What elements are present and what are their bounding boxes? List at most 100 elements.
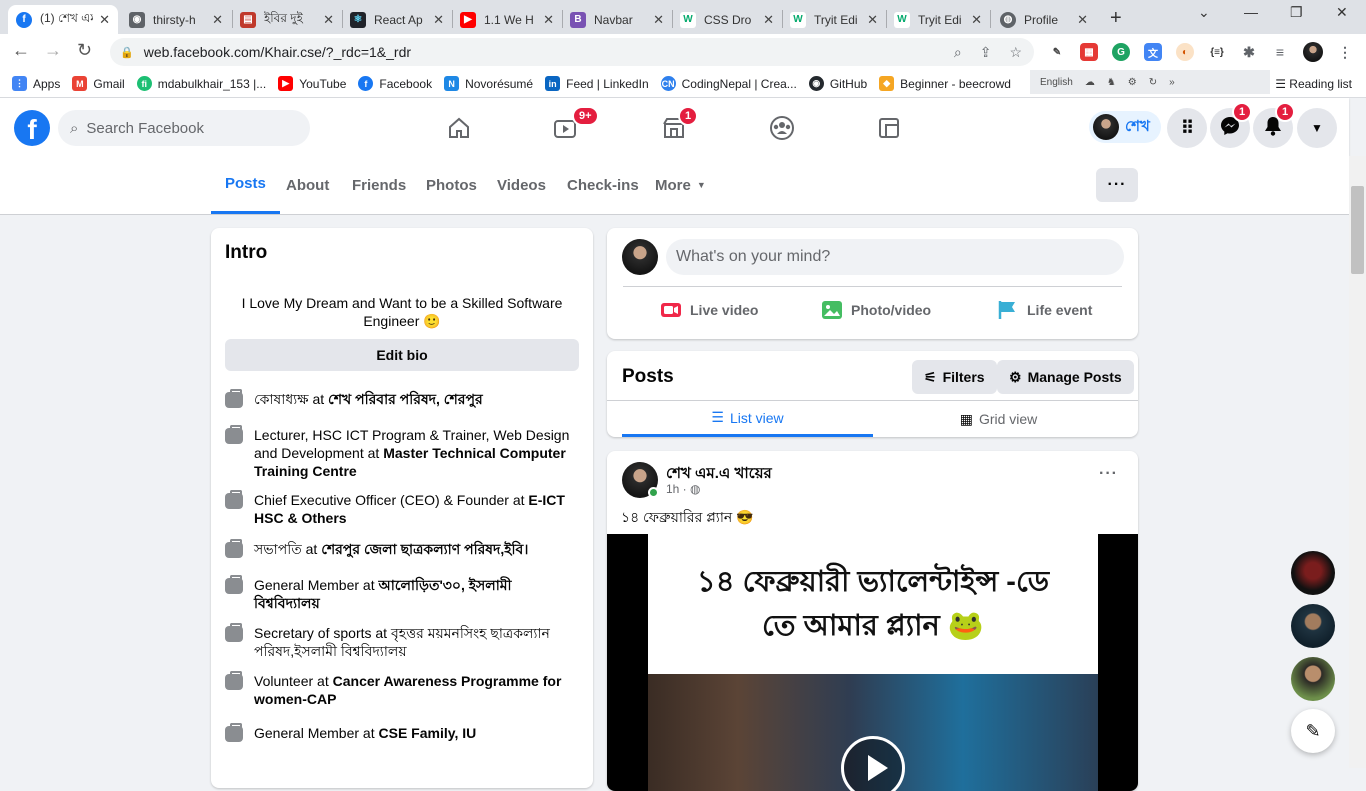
gaming-nav-icon[interactable] xyxy=(869,110,909,146)
bookmark-novoresume[interactable]: N Novorésumé xyxy=(444,76,533,91)
tab-friends[interactable]: Friends xyxy=(352,156,406,214)
kebab-menu-icon[interactable]: ⋮ xyxy=(1336,43,1354,61)
restore-icon[interactable]: ❐ xyxy=(1290,4,1303,21)
groups-nav-icon[interactable] xyxy=(762,110,802,146)
extensions-puzzle-icon[interactable]: ✱ xyxy=(1240,43,1258,61)
briefcase-icon xyxy=(225,389,243,408)
eyedropper-extension-icon[interactable]: ✎ xyxy=(1048,43,1066,61)
forward-arrow-icon[interactable]: → xyxy=(44,40,62,61)
facebook-logo-icon[interactable]: f xyxy=(14,110,50,146)
account-button[interactable]: ▼ xyxy=(1297,108,1337,148)
close-tab-icon[interactable]: ✕ xyxy=(99,12,110,28)
live-video-button[interactable]: Live video xyxy=(660,300,758,320)
profile-shortcut[interactable]: শেখ xyxy=(1089,111,1161,143)
caret-down-icon: ▼ xyxy=(1311,121,1323,135)
tab-posts[interactable]: Posts xyxy=(211,156,280,214)
address-bar[interactable]: 🔒 web.facebook.com/Khair.cse/?_rdc=1&_rd… xyxy=(110,38,1034,66)
close-tab-icon[interactable]: ✕ xyxy=(212,12,223,28)
tab-facebook-profile[interactable]: f (1) শেখ এম.এ খায়ের | Facebook ✕ xyxy=(8,5,118,34)
browser-profile-avatar[interactable] xyxy=(1303,42,1323,62)
back-arrow-icon[interactable]: ← xyxy=(12,40,30,61)
bookmark-youtube[interactable]: ▶ YouTube xyxy=(278,76,346,91)
notifications-button[interactable]: 1 xyxy=(1253,102,1296,148)
tab-bootstrap[interactable]: B Navbar ✕ xyxy=(562,5,672,34)
reading-list[interactable]: ☰ Reading list xyxy=(1275,77,1352,91)
share-icon[interactable]: ⇪ xyxy=(980,44,992,61)
close-tab-icon[interactable]: ✕ xyxy=(433,12,444,28)
search-bar[interactable]: ⌕ xyxy=(58,110,310,146)
watch-nav-icon[interactable]: 9+ xyxy=(546,106,599,146)
json-extension-icon[interactable]: {≡} xyxy=(1208,43,1226,61)
close-tab-icon[interactable]: ✕ xyxy=(867,12,878,28)
colorzilla-extension-icon[interactable]: ▦ xyxy=(1080,43,1098,61)
list-view-tab[interactable]: ☰ List view xyxy=(622,401,873,437)
post-options-icon[interactable]: ··· xyxy=(1099,465,1118,483)
work-org[interactable]: শেখ পরিবার পরিষদ, শেরপুর xyxy=(328,391,483,407)
grammarly-extension-icon[interactable]: G xyxy=(1112,43,1130,61)
new-message-button[interactable]: ✎ xyxy=(1291,709,1335,753)
tab-profile[interactable]: ◍ Profile ✕ xyxy=(992,5,1096,34)
search-input[interactable] xyxy=(86,119,287,137)
tab-photos[interactable]: Photos xyxy=(426,156,477,214)
tab-search-chevron-icon[interactable]: ⌄ xyxy=(1198,4,1210,21)
minimize-icon[interactable]: — xyxy=(1244,4,1258,20)
zoom-icon[interactable]: ⌕ xyxy=(954,44,962,61)
new-tab-icon[interactable]: + xyxy=(1110,7,1122,30)
media-queue-icon[interactable]: ≡ xyxy=(1271,43,1289,61)
close-tab-icon[interactable]: ✕ xyxy=(763,12,774,28)
post-video[interactable]: ১৪ ফেব্রুয়ারী ভ্যালেন্টাইন্স -ডে তে আমা… xyxy=(607,534,1138,791)
profile-options-button[interactable]: ··· xyxy=(1096,168,1138,202)
chat-head-contact[interactable] xyxy=(1291,604,1335,648)
tab-w3-tryit-1[interactable]: W Tryit Edi ✕ xyxy=(782,5,886,34)
tab-about[interactable]: About xyxy=(286,156,329,214)
photo-video-button[interactable]: Photo/video xyxy=(821,300,931,320)
bookmark-star-icon[interactable]: ☆ xyxy=(1009,44,1022,61)
url-text[interactable]: web.facebook.com/Khair.cse/?_rdc=1&_rdr xyxy=(144,44,411,60)
tab-youtube[interactable]: ▶ 1.1 We H ✕ xyxy=(452,5,562,34)
tab-videos[interactable]: Videos xyxy=(497,156,546,214)
close-tab-icon[interactable]: ✕ xyxy=(323,12,334,28)
tab-w3-css[interactable]: W CSS Dro ✕ xyxy=(672,5,782,34)
close-tab-icon[interactable]: ✕ xyxy=(1077,12,1088,28)
tab-news[interactable]: ▤ ইবির দুই ✕ xyxy=(232,5,342,34)
post-time[interactable]: 1h · ◍ xyxy=(666,482,701,496)
chat-head-contact[interactable] xyxy=(1291,657,1335,701)
close-tab-icon[interactable]: ✕ xyxy=(971,12,982,28)
chat-head-contact[interactable] xyxy=(1291,551,1335,595)
tab-more[interactable]: More ▼ xyxy=(655,156,706,214)
tab-check-ins[interactable]: Check-ins xyxy=(567,156,639,214)
tab-w3-tryit-2[interactable]: W Tryit Edi ✕ xyxy=(886,5,990,34)
close-tab-icon[interactable]: ✕ xyxy=(543,12,554,28)
manage-posts-button[interactable]: ⚙ Manage Posts xyxy=(997,360,1134,394)
bookmark-gmail[interactable]: M Gmail xyxy=(72,76,125,91)
life-event-button[interactable]: Life event xyxy=(997,300,1092,320)
close-window-icon[interactable]: ✕ xyxy=(1336,4,1348,21)
translate-extension-icon[interactable]: 文 xyxy=(1144,43,1162,61)
work-org[interactable]: শেরপুর জেলা ছাত্রকল্যাণ পরিষদ,ইবি। xyxy=(321,541,528,557)
bookmark-facebook[interactable]: f Facebook xyxy=(358,76,432,91)
scrollbar-thumb[interactable] xyxy=(1351,186,1364,274)
bookmark-apps[interactable]: ⋮ Apps xyxy=(12,76,60,91)
reload-icon[interactable]: ↻ xyxy=(77,40,92,61)
home-nav-icon[interactable] xyxy=(439,110,479,146)
whats-on-your-mind-input[interactable]: What's on your mind? xyxy=(666,239,1124,275)
bookmark-codingnepal[interactable]: CN CodingNepal | Crea... xyxy=(660,76,797,91)
tab-thirsty[interactable]: ◉ thirsty-h ✕ xyxy=(121,5,231,34)
lens-extension-icon[interactable]: ◐ xyxy=(1176,43,1194,61)
marketplace-nav-icon[interactable]: 1 xyxy=(654,106,699,146)
grid-view-tab[interactable]: ▦ Grid view xyxy=(873,401,1124,437)
edit-bio-button[interactable]: Edit bio xyxy=(225,339,579,371)
bookmark-github[interactable]: ◉ GitHub xyxy=(808,76,867,91)
avatar[interactable] xyxy=(622,239,658,275)
filters-button[interactable]: ⚟ Filters xyxy=(912,360,997,394)
close-tab-icon[interactable]: ✕ xyxy=(653,12,664,28)
work-org[interactable]: CSE Family, IU xyxy=(379,725,477,741)
bookmark-fiverr[interactable]: fi mdabulkhair_153 |... xyxy=(136,76,266,91)
tab-react[interactable]: ⚛ React Ap ✕ xyxy=(342,5,452,34)
messenger-button[interactable]: 1 xyxy=(1210,102,1253,148)
apps-grid-icon: ⋮ xyxy=(12,76,27,91)
play-icon[interactable] xyxy=(841,736,905,791)
menu-grid-button[interactable]: ⠿ xyxy=(1167,108,1207,148)
bookmark-beecrowd[interactable]: ◆ Beginner - beecrowd xyxy=(879,76,1011,91)
bookmark-linkedin[interactable]: in Feed | LinkedIn xyxy=(545,76,649,91)
